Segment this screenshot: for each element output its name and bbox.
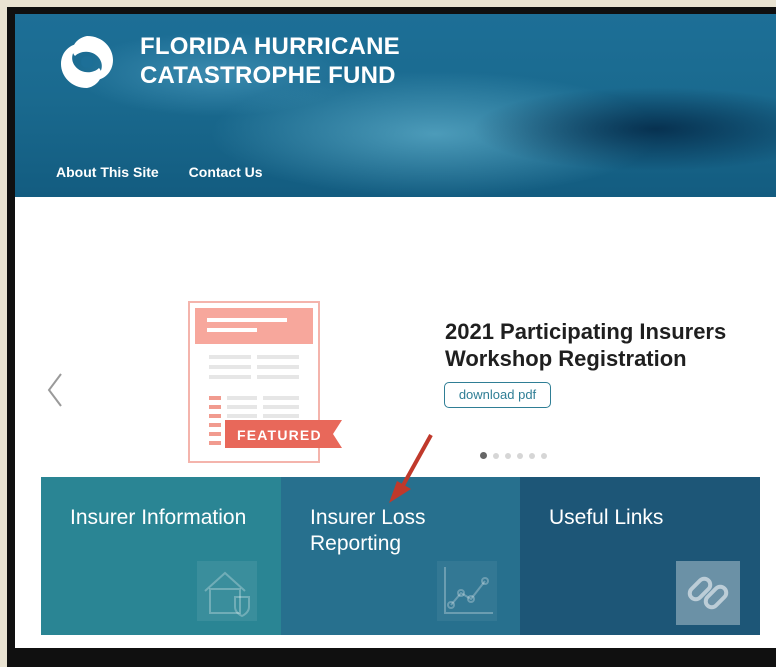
- carousel-dot-4[interactable]: [517, 452, 523, 459]
- slide-title[interactable]: 2021 Participating Insurers Workshop Reg…: [445, 318, 765, 372]
- tile-insurer-information[interactable]: Insurer Information: [41, 477, 281, 635]
- line-chart-icon: [437, 561, 497, 621]
- carousel-dot-6[interactable]: [541, 452, 547, 459]
- annotation-arrow-icon: [389, 434, 433, 503]
- site-logo-text[interactable]: FLORIDA HURRICANE CATASTROPHE FUND: [140, 32, 400, 90]
- page: FLORIDA HURRICANE CATASTROPHE FUND About…: [15, 14, 776, 648]
- link-icon: [676, 561, 740, 625]
- tile-useful-links[interactable]: Useful Links: [520, 477, 760, 635]
- swirl-icon[interactable]: [55, 30, 119, 94]
- featured-badge: FEATURED: [237, 427, 322, 443]
- house-shield-icon: [197, 561, 257, 621]
- site-header: FLORIDA HURRICANE CATASTROPHE FUND About…: [15, 14, 776, 197]
- carousel-dot-3[interactable]: [505, 452, 511, 459]
- carousel-dots: [480, 452, 547, 459]
- tile-label: Insurer Loss Reporting: [310, 506, 426, 555]
- carousel-dot-1[interactable]: [480, 452, 487, 459]
- chevron-left-icon[interactable]: [45, 372, 65, 408]
- header-nav: About This Site Contact Us: [56, 164, 263, 180]
- tile-label: Useful Links: [549, 506, 664, 529]
- nav-about-this-site[interactable]: About This Site: [56, 164, 159, 180]
- carousel-dot-2[interactable]: [493, 452, 499, 459]
- site-title-line1: FLORIDA HURRICANE: [140, 33, 400, 60]
- download-pdf-button[interactable]: download pdf: [444, 382, 551, 408]
- nav-contact-us[interactable]: Contact Us: [189, 164, 263, 180]
- featured-document-icon: FEATURED: [188, 301, 342, 463]
- tile-label: Insurer Information: [70, 506, 247, 529]
- site-title-line2: CATASTROPHE FUND: [140, 62, 396, 89]
- carousel-dot-5[interactable]: [529, 452, 535, 459]
